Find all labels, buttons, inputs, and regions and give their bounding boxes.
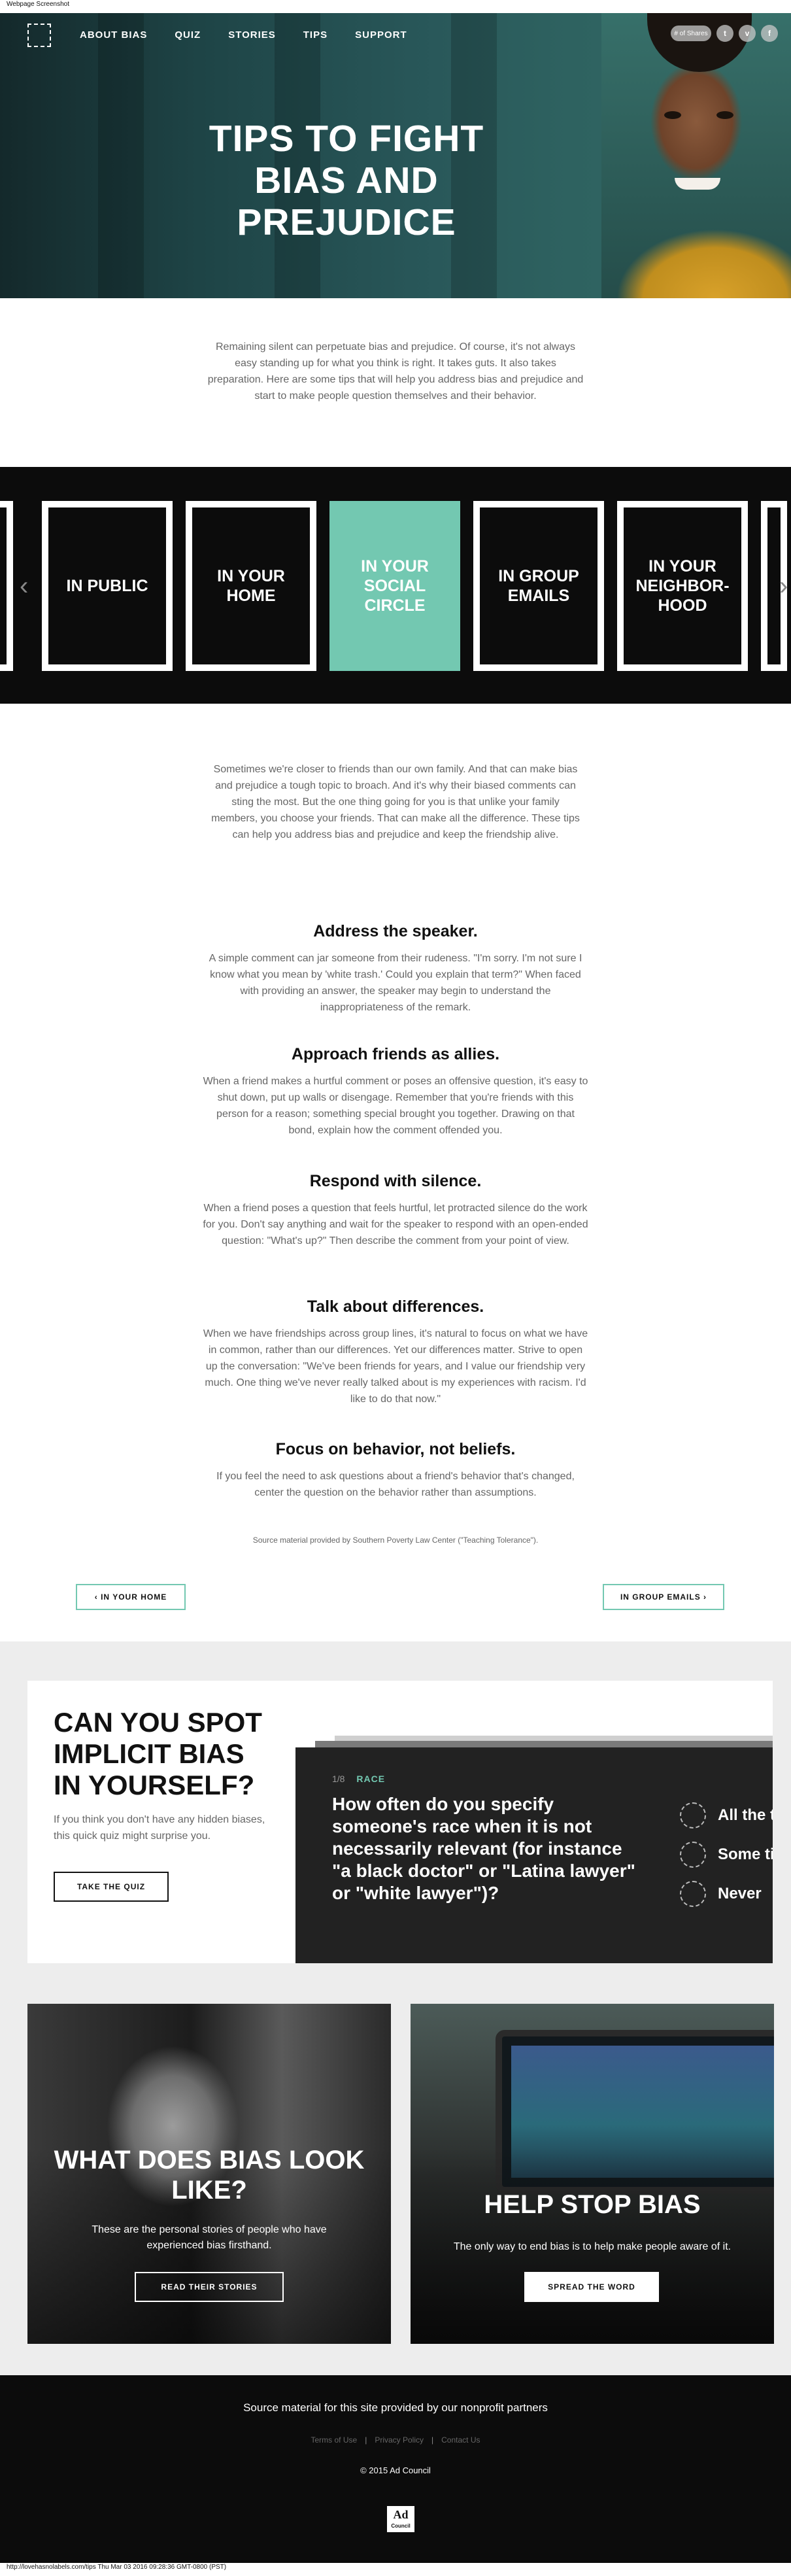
vimeo-icon[interactable]: v [739,25,756,42]
tip-title: Approach friends as allies. [291,1045,500,1063]
chevron-right-icon[interactable]: › [779,572,788,601]
promo-section: WHAT DOES BIAS LOOK LIKE? These are the … [0,2001,791,2375]
tip-talk-differences: Talk about differences. When we have fri… [203,1297,588,1407]
hero-portrait [601,13,791,298]
answer-label: Never [718,1885,762,1902]
tip-body: When we have friendships across group li… [203,1328,588,1405]
take-quiz-button[interactable]: TAKE THE QUIZ [54,1872,169,1902]
ad-council-logo[interactable]: Ad Council [387,2506,414,2532]
main-nav: ABOUT BIAS QUIZ STORIES TIPS SUPPORT [80,25,407,46]
tip-focus-behavior: Focus on behavior, not beliefs. If you f… [203,1440,588,1501]
facebook-icon[interactable]: f [761,25,778,42]
site-logo[interactable] [27,24,51,47]
quiz-title: CAN YOU SPOT IMPLICIT BIAS IN YOURSELF? [54,1707,262,1800]
stories-promo-text: These are the personal stories of people… [92,2224,327,2251]
stories-promo: WHAT DOES BIAS LOOK LIKE? These are the … [27,2004,391,2344]
logo-main: Ad [393,2508,409,2521]
nav-about-bias[interactable]: ABOUT BIAS [80,25,147,46]
carousel-card-neighborhood[interactable]: IN YOUR NEIGHBOR-HOOD [617,501,748,671]
support-promo-title: HELP STOP BIAS [484,2190,701,2219]
twitter-icon[interactable]: t [716,25,733,42]
carousel-card-social-circle[interactable]: IN YOUR SOCIAL CIRCLE [329,501,460,671]
tip-body: When a friend poses a question that feel… [203,1203,588,1246]
logo-sub: Council [391,2523,411,2529]
spread-word-button[interactable]: SPREAD THE WORD [524,2272,659,2302]
answer-option[interactable]: Never [680,1881,762,1907]
context-carousel: IN PUBLIC IN YOUR HOME IN YOUR SOCIAL CI… [0,467,791,704]
answer-label: All the time [718,1806,773,1824]
portrait-eye [664,111,681,119]
nav-tips[interactable]: TIPS [303,25,328,46]
question-progress: 1/8 [332,1774,345,1784]
read-stories-button[interactable]: READ THEIR STORIES [135,2272,284,2302]
carousel-card-group-emails[interactable]: IN GROUP EMAILS [473,501,604,671]
article-lead: Sometimes we're closer to friends than o… [211,764,580,840]
next-page-button[interactable]: IN GROUP EMAILS › [603,1584,724,1610]
carousel-card-public[interactable]: IN PUBLIC [42,501,173,671]
screenshot-url-caption: http://lovehasnolabels.com/tips Thu Mar … [0,2563,791,2576]
privacy-link[interactable]: Privacy Policy [375,2435,424,2445]
copyright: © 2015 Ad Council [360,2465,431,2475]
nav-stories[interactable]: STORIES [228,25,276,46]
prev-page-button[interactable]: ‹ IN YOUR HOME [76,1584,186,1610]
portrait-smile [675,178,720,190]
carousel-card-partial [0,501,13,671]
tip-approach-allies: Approach friends as allies. When a frien… [203,1045,588,1139]
question-category: RACE [356,1774,386,1784]
tip-address-speaker: Address the speaker. A simple comment ca… [203,922,588,1016]
tip-body: If you feel the need to ask questions ab… [216,1471,575,1498]
answer-label: Some times [718,1846,773,1863]
nav-quiz[interactable]: QUIZ [175,25,201,46]
hero: ABOUT BIAS QUIZ STORIES TIPS SUPPORT # o… [0,13,791,298]
intro-text: Remaining silent can perpetuate bias and… [207,341,584,402]
question-text: How often do you specify someone's race … [332,1794,635,1903]
radio-circle-icon [680,1842,706,1868]
contact-link[interactable]: Contact Us [441,2435,480,2445]
support-promo-text: The only way to end bias is to help make… [453,2241,732,2252]
footer-links: Terms of Use | Privacy Policy | Contact Us [311,2435,480,2445]
nav-support[interactable]: SUPPORT [355,25,407,46]
tip-title: Focus on behavior, not beliefs. [275,1440,516,1458]
tip-title: Respond with silence. [309,1172,482,1190]
page-title: TIPS TO FIGHT BIAS AND PREJUDICE [209,118,484,243]
tip-body: When a friend makes a hurtful comment or… [203,1076,588,1136]
partners-note: Source material for this site provided b… [243,2401,548,2414]
chevron-left-icon[interactable]: ‹ [20,572,28,601]
portrait-hair [647,13,752,72]
radio-circle-icon [680,1802,706,1829]
question-panel: 1/8 RACE How often do you specify someon… [295,1747,773,1963]
quiz-description: If you think you don't have any hidden b… [54,1814,265,1842]
quiz-card: CAN YOU SPOT IMPLICIT BIAS IN YOURSELF? … [27,1681,773,1963]
site-footer: Source material for this site provided b… [0,2375,791,2563]
screenshot-caption: Webpage Screenshot [0,0,791,13]
share-bar: # of Shares t v f [671,25,778,42]
support-promo: HELP STOP BIAS The only way to end bias … [411,2004,774,2344]
terms-link[interactable]: Terms of Use [311,2435,358,2445]
stories-promo-title: WHAT DOES BIAS LOOK LIKE? [54,2146,365,2205]
tip-title: Talk about differences. [307,1297,484,1316]
carousel-card-home[interactable]: IN YOUR HOME [186,501,316,671]
source-note: Source material provided by Southern Pov… [252,1536,539,1545]
tip-respond-silence: Respond with silence. When a friend pose… [203,1172,588,1249]
share-count: # of Shares [671,26,711,41]
answer-option[interactable]: Some times [680,1842,773,1868]
tip-title: Address the speaker. [313,922,478,940]
answer-option[interactable]: All the time [680,1802,773,1829]
tip-body: A simple comment can jar someone from th… [209,953,582,1013]
quiz-section: CAN YOU SPOT IMPLICIT BIAS IN YOURSELF? … [0,1641,791,2001]
radio-circle-icon [680,1881,706,1907]
portrait-eye [716,111,733,119]
hero-backdrop-panel [98,13,144,298]
question-meta: 1/8 RACE [332,1774,385,1784]
